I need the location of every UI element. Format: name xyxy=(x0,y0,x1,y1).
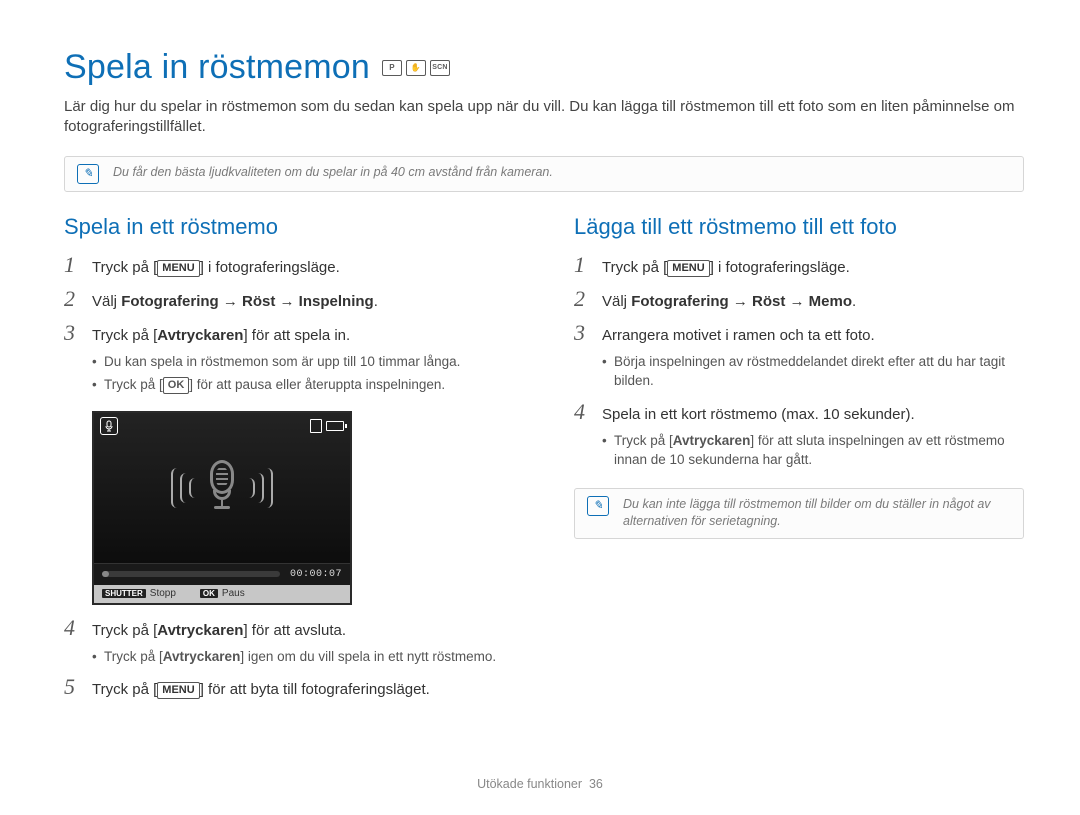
footer-section: Utökade funktioner xyxy=(477,777,582,791)
step-body: Tryck på [MENU] i fotograferingsläge. xyxy=(92,257,340,278)
page-footer: Utökade funktioner 36 xyxy=(0,777,1080,791)
lcd-button-hints: SHUTTER Stopp OK Paus xyxy=(94,585,350,603)
columns: Spela in ett röstmemo 1 Tryck på [MENU] … xyxy=(64,214,1024,701)
microphone-icon xyxy=(205,460,239,515)
mic-indicator-icon xyxy=(100,417,118,435)
step-body: Välj Fotografering → Röst → Memo. xyxy=(602,291,856,312)
bullet-item: Tryck på [OK] för att pausa eller återup… xyxy=(92,375,514,395)
step-body: Arrangera motivet i ramen och ta ett fot… xyxy=(602,325,875,346)
bullet-item: Börja inspelningen av röstmeddelandet di… xyxy=(602,352,1024,391)
soundwave-left-icon xyxy=(171,468,195,508)
step-body: Tryck på [MENU] för att byta till fotogr… xyxy=(92,679,430,700)
left-step-5: 5 Tryck på [MENU] för att byta till foto… xyxy=(64,674,514,700)
right-step-3-bullets: Börja inspelningen av röstmeddelandet di… xyxy=(602,352,1024,391)
lcd-status-icons xyxy=(310,419,344,433)
top-note-box: ✎ Du får den bästa ljudkvaliteten om du … xyxy=(64,156,1024,192)
ok-hint: OK Paus xyxy=(200,588,245,599)
left-step-4-bullets: Tryck på [Avtryckaren] igen om du vill s… xyxy=(92,647,514,667)
mode-icons: P ✋ SCN xyxy=(382,60,450,76)
mode-icon-scn: SCN xyxy=(430,60,450,76)
right-note-text: Du kan inte lägga till röstmemon till bi… xyxy=(623,496,1011,531)
step-number: 4 xyxy=(574,399,592,425)
right-step-4: 4 Spela in ett kort röstmemo (max. 10 se… xyxy=(574,399,1024,425)
step-number: 5 xyxy=(64,674,82,700)
mode-icon-p: P xyxy=(382,60,402,76)
camera-lcd-preview: 00:00:07 SHUTTER Stopp OK Paus xyxy=(92,411,352,605)
step-body: Tryck på [MENU] i fotograferingsläge. xyxy=(602,257,850,278)
step-number: 2 xyxy=(574,286,592,312)
left-step-1: 1 Tryck på [MENU] i fotograferingsläge. xyxy=(64,252,514,278)
right-column: Lägga till ett röstmemo till ett foto 1 … xyxy=(574,214,1024,701)
right-heading: Lägga till ett röstmemo till ett foto xyxy=(574,214,1024,240)
footer-page-number: 36 xyxy=(589,777,603,791)
bullet-item: Tryck på [Avtryckaren] för att sluta ins… xyxy=(602,431,1024,470)
menu-key: MENU xyxy=(157,682,199,699)
right-note-box: ✎ Du kan inte lägga till röstmemon till … xyxy=(574,488,1024,539)
recording-time: 00:00:07 xyxy=(290,569,342,580)
note-icon: ✎ xyxy=(587,496,609,516)
intro-text: Lär dig hur du spelar in röstmemon som d… xyxy=(64,97,1024,138)
mic-graphic xyxy=(171,460,273,515)
progress-track xyxy=(102,571,280,577)
soundwave-right-icon xyxy=(249,468,273,508)
shutter-hint: SHUTTER Stopp xyxy=(102,588,176,599)
mode-icon-hand: ✋ xyxy=(406,60,426,76)
ok-key: OK xyxy=(163,377,190,394)
right-step-1: 1 Tryck på [MENU] i fotograferingsläge. xyxy=(574,252,1024,278)
menu-key: MENU xyxy=(157,260,199,277)
right-step-2: 2 Välj Fotografering → Röst → Memo. xyxy=(574,286,1024,312)
step-number: 1 xyxy=(574,252,592,278)
lcd-screen xyxy=(94,413,350,563)
bullet-item: Tryck på [Avtryckaren] igen om du vill s… xyxy=(92,647,514,667)
top-note-text: Du får den bästa ljudkvaliteten om du sp… xyxy=(113,164,553,182)
left-column: Spela in ett röstmemo 1 Tryck på [MENU] … xyxy=(64,214,514,701)
step-number: 1 xyxy=(64,252,82,278)
step-body: Välj Fotografering → Röst → Inspelning. xyxy=(92,291,378,312)
bullet-item: Du kan spela in röstmemon som är upp til… xyxy=(92,352,514,372)
title-text: Spela in röstmemon xyxy=(64,48,370,87)
menu-key: MENU xyxy=(667,260,709,277)
left-heading: Spela in ett röstmemo xyxy=(64,214,514,240)
left-step-3: 3 Tryck på [Avtryckaren] för att spela i… xyxy=(64,320,514,346)
step-number: 3 xyxy=(574,320,592,346)
step-body: Tryck på [Avtryckaren] för att spela in. xyxy=(92,325,350,346)
step-number: 3 xyxy=(64,320,82,346)
note-icon: ✎ xyxy=(77,164,99,184)
right-step-4-bullets: Tryck på [Avtryckaren] för att sluta ins… xyxy=(602,431,1024,470)
step-number: 2 xyxy=(64,286,82,312)
step-body: Tryck på [Avtryckaren] för att avsluta. xyxy=(92,620,346,641)
right-step-3: 3 Arrangera motivet i ramen och ta ett f… xyxy=(574,320,1024,346)
step-number: 4 xyxy=(64,615,82,641)
lcd-progress-bar: 00:00:07 xyxy=(94,563,350,585)
left-step-2: 2 Välj Fotografering → Röst → Inspelning… xyxy=(64,286,514,312)
battery-icon xyxy=(326,421,344,431)
step-body: Spela in ett kort röstmemo (max. 10 seku… xyxy=(602,404,915,425)
page-title: Spela in röstmemon P ✋ SCN xyxy=(64,48,1024,87)
left-step-3-bullets: Du kan spela in röstmemon som är upp til… xyxy=(92,352,514,395)
left-step-4: 4 Tryck på [Avtryckaren] för att avsluta… xyxy=(64,615,514,641)
sd-card-icon xyxy=(310,419,322,433)
lcd-topbar xyxy=(100,417,344,435)
